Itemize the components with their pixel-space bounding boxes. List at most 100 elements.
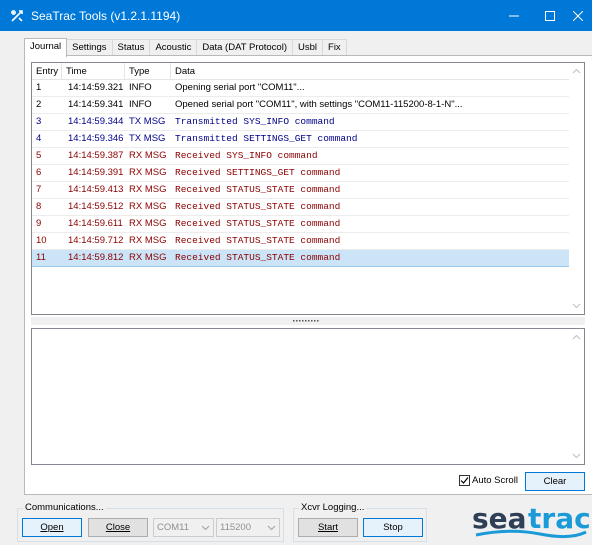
- tab-acoustic[interactable]: Acoustic: [149, 39, 198, 56]
- app-icon: [9, 8, 25, 24]
- row-type-cell: RX MSG: [129, 184, 167, 195]
- column-header-type[interactable]: Type: [125, 63, 171, 80]
- chevron-down-icon: [201, 525, 210, 531]
- detail-textbox[interactable]: [31, 328, 585, 465]
- row-type-cell: RX MSG: [129, 235, 167, 246]
- row-entry-cell: 9: [36, 218, 42, 229]
- table-row[interactable]: 8 14:14:59.512 RX MSG Received STATUS_STATE…: [32, 199, 570, 216]
- close-icon: [573, 10, 583, 21]
- journal-list-scrollbar[interactable]: [569, 63, 584, 314]
- row-data-cell: Opened serial port "COM11", with setting…: [175, 99, 463, 110]
- port-select[interactable]: COM11: [153, 518, 214, 537]
- tab-settings[interactable]: Settings: [66, 39, 113, 56]
- open-button[interactable]: Open: [22, 518, 82, 537]
- column-header-entry[interactable]: Entry: [32, 63, 62, 80]
- seatrac-logo: sea trac: [470, 502, 592, 542]
- row-time-cell: 14:14:59.413: [68, 184, 124, 195]
- row-data-cell: Received STATUS_STATE command: [175, 218, 341, 229]
- row-type-cell: RX MSG: [129, 252, 167, 263]
- row-time-cell: 14:14:59.391: [68, 167, 124, 178]
- maximize-icon: [545, 10, 555, 21]
- row-type-cell: RX MSG: [129, 150, 167, 161]
- tab-journal[interactable]: Journal: [24, 38, 68, 57]
- table-row[interactable]: 2 14:14:59.341 INFO Opened serial port "COM…: [32, 97, 570, 114]
- logo-text-trac: trac: [528, 502, 591, 535]
- scroll-down-icon[interactable]: [572, 451, 581, 460]
- row-data-cell: Received STATUS_STATE command: [175, 201, 341, 212]
- clear-button[interactable]: Clear: [525, 472, 585, 491]
- xcvr-logging-group: Xcvr Logging... Start Stop: [293, 502, 427, 542]
- row-entry-cell: 10: [36, 235, 47, 246]
- row-time-cell: 14:14:59.712: [68, 235, 124, 246]
- minimize-icon: [509, 15, 519, 16]
- row-data-cell: Received STATUS_STATE command: [175, 184, 341, 195]
- journal-list-header: Entry Time Type Data: [32, 63, 570, 80]
- row-time-cell: 14:14:59.512: [68, 201, 124, 212]
- auto-scroll-checkbox[interactable]: [459, 475, 470, 486]
- tab-usbl[interactable]: Usbl: [292, 39, 324, 56]
- row-entry-cell: 1: [36, 82, 42, 93]
- row-time-cell: 14:14:59.346: [68, 133, 124, 144]
- detail-scrollbar[interactable]: [569, 329, 584, 464]
- row-type-cell: TX MSG: [129, 116, 166, 127]
- scroll-up-icon[interactable]: [572, 333, 581, 342]
- maximize-button[interactable]: [532, 0, 568, 31]
- table-row[interactable]: 11 14:14:59.812 RX MSG Received STATUS_STAT…: [32, 250, 570, 267]
- table-row[interactable]: 7 14:14:59.413 RX MSG Received STATUS_STATE…: [32, 182, 570, 199]
- row-time-cell: 14:14:59.387: [68, 150, 124, 161]
- row-entry-cell: 2: [36, 99, 42, 110]
- row-type-cell: TX MSG: [129, 133, 166, 144]
- grip-icon: [293, 320, 319, 322]
- table-row[interactable]: 4 14:14:59.346 TX MSG Transmitted SETTINGS_…: [32, 131, 570, 148]
- table-row[interactable]: 10 14:14:59.712 RX MSG Received STATUS_STAT…: [32, 233, 570, 250]
- tab-fix[interactable]: Fix: [322, 39, 347, 56]
- row-time-cell: 14:14:59.344: [68, 116, 124, 127]
- row-data-cell: Received SETTINGS_GET command: [175, 167, 341, 178]
- panel-splitter[interactable]: [31, 317, 585, 325]
- journal-panel: Entry Time Type Data 1 14:14:59.321 INFO Op…: [24, 55, 592, 495]
- stop-logging-button[interactable]: Stop: [363, 518, 423, 537]
- row-type-cell: INFO: [129, 99, 152, 110]
- table-row[interactable]: 3 14:14:59.344 TX MSG Transmitted SYS_INFO …: [32, 114, 570, 131]
- row-time-cell: 14:14:59.611: [68, 218, 123, 229]
- communications-group-title: Communications...: [23, 502, 106, 514]
- row-time-cell: 14:14:59.812: [68, 252, 124, 263]
- table-row[interactable]: 5 14:14:59.387 RX MSG Received SYS_INFO com…: [32, 148, 570, 165]
- scroll-up-icon[interactable]: [572, 67, 581, 76]
- row-entry-cell: 7: [36, 184, 42, 195]
- close-button[interactable]: Close: [88, 518, 148, 537]
- row-time-cell: 14:14:59.341: [68, 99, 124, 110]
- row-type-cell: RX MSG: [129, 201, 167, 212]
- row-entry-cell: 6: [36, 167, 42, 178]
- tab-strip: Journal Settings Status Acoustic Data (D…: [24, 38, 347, 57]
- column-header-time[interactable]: Time: [62, 63, 125, 80]
- row-entry-cell: 11: [36, 252, 46, 263]
- table-row[interactable]: 6 14:14:59.391 RX MSG Received SETTINGS_GET…: [32, 165, 570, 182]
- row-type-cell: INFO: [129, 82, 152, 93]
- row-data-cell: Received SYS_INFO command: [175, 150, 318, 161]
- table-row[interactable]: 1 14:14:59.321 INFO Opening serial port "CO…: [32, 80, 570, 97]
- row-type-cell: RX MSG: [129, 167, 167, 178]
- row-entry-cell: 3: [36, 116, 42, 127]
- journal-list[interactable]: Entry Time Type Data 1 14:14:59.321 INFO Op…: [31, 62, 585, 315]
- row-data-cell: Opening serial port "COM11"...: [175, 82, 305, 93]
- start-logging-button[interactable]: Start: [298, 518, 358, 537]
- row-data-cell: Transmitted SYS_INFO command: [175, 116, 335, 127]
- checkmark-icon: [460, 477, 469, 484]
- tab-status[interactable]: Status: [111, 39, 151, 56]
- row-type-cell: RX MSG: [129, 218, 167, 229]
- scroll-down-icon[interactable]: [572, 301, 581, 310]
- row-data-cell: Received STATUS_STATE command: [175, 252, 341, 263]
- tab-data-dat-protocol[interactable]: Data (DAT Protocol): [196, 39, 293, 56]
- table-row[interactable]: 9 14:14:59.611 RX MSG Received STATUS_STATE…: [32, 216, 570, 233]
- baud-select[interactable]: 115200: [216, 518, 280, 537]
- row-data-cell: Transmitted SETTINGS_GET command: [175, 133, 358, 144]
- minimize-button[interactable]: [496, 0, 532, 31]
- close-window-button[interactable]: [564, 0, 592, 31]
- auto-scroll-toggle[interactable]: Auto Scroll: [459, 475, 518, 486]
- communications-group: Communications... Open Close COM11 11520…: [17, 502, 284, 542]
- column-header-data[interactable]: Data: [171, 63, 570, 80]
- row-entry-cell: 5: [36, 150, 42, 161]
- row-entry-cell: 8: [36, 201, 42, 212]
- title-bar[interactable]: SeaTrac Tools (v1.2.1.1194): [0, 0, 592, 31]
